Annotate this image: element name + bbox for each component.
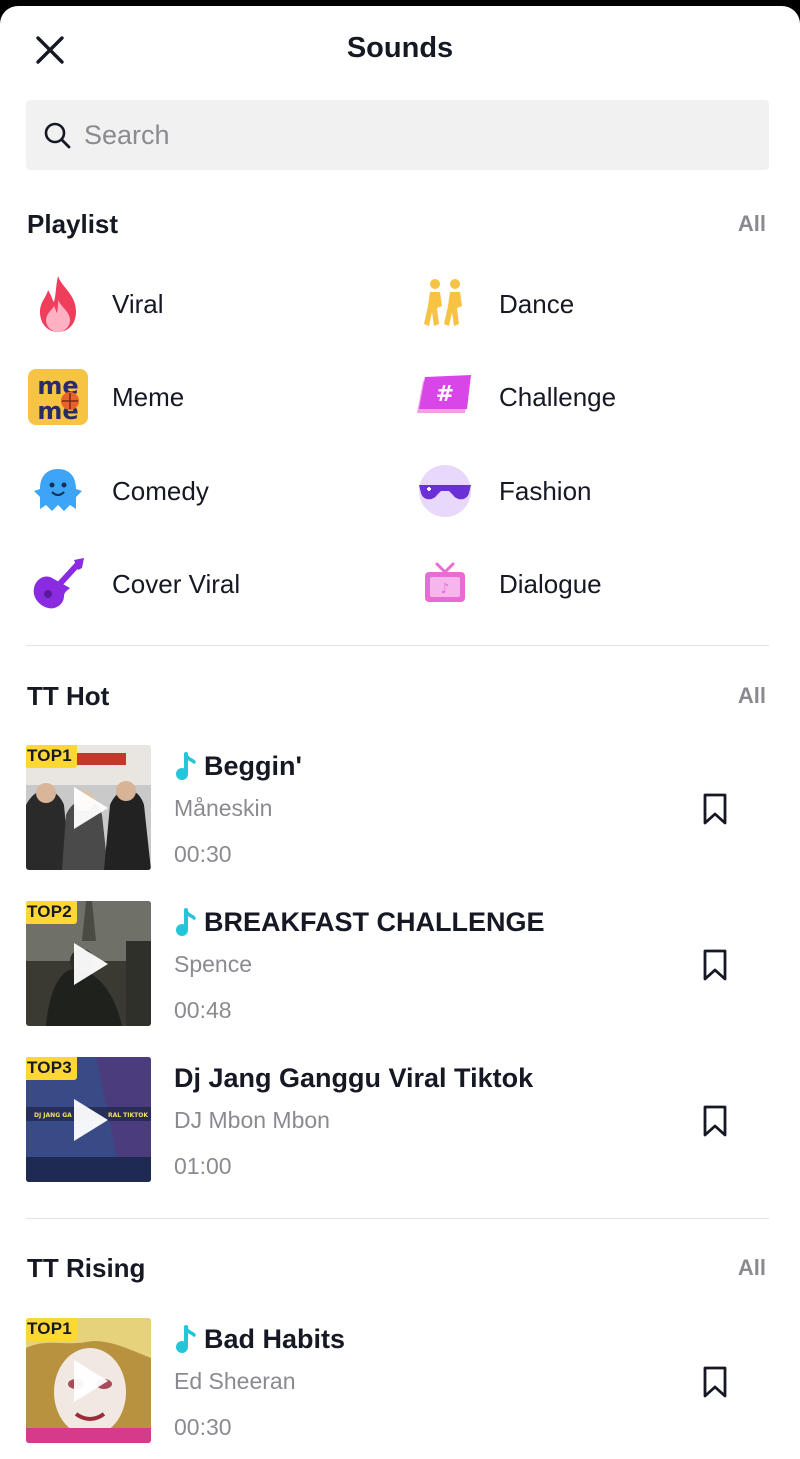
- track-title: Dj Jang Ganggu Viral Tiktok: [174, 1063, 534, 1093]
- playlist-item-label: Viral: [112, 288, 164, 319]
- playlist-item-label: Cover Viral: [112, 568, 241, 599]
- rank-badge: TOP3: [26, 1057, 77, 1080]
- original-sound-icon: [176, 1324, 196, 1353]
- page-title: Sounds: [346, 32, 454, 64]
- track-title: BREAKFAST CHALLENGE: [174, 907, 545, 938]
- meme-icon: me me: [26, 365, 90, 429]
- album-cover[interactable]: DJ JANG GA RAL TIKTOK TOP3: [26, 1057, 151, 1182]
- playlist-item-fashion[interactable]: Fashion: [413, 456, 773, 526]
- track-row[interactable]: TOP1 Bad Habits Ed Sheeran 00:30: [26, 1318, 786, 1444]
- rank-badge: TOP1: [26, 1318, 77, 1341]
- dancers-icon: [413, 272, 477, 336]
- bookmark-icon[interactable]: [702, 793, 728, 825]
- tt-rising-title: TT Rising: [27, 1253, 146, 1283]
- playlist-item-label: Meme: [112, 381, 185, 412]
- track-artist: DJ Mbon Mbon: [174, 1107, 330, 1133]
- svg-text:♪: ♪: [441, 581, 450, 597]
- playlist-item-viral[interactable]: Viral: [26, 269, 386, 339]
- playlist-item-meme[interactable]: me me Meme: [26, 362, 386, 432]
- track-duration: 01:00: [174, 1153, 232, 1179]
- track-row[interactable]: TOP1 Beggin' Måneskin 00:30: [26, 745, 786, 871]
- playlist-item-challenge[interactable]: # Challenge: [413, 362, 773, 432]
- track-artist: Måneskin: [174, 795, 273, 821]
- playlist-all-link[interactable]: All: [738, 208, 766, 240]
- playlist-item-dance[interactable]: Dance: [413, 269, 773, 339]
- guitar-icon: [26, 552, 90, 616]
- divider: [26, 1218, 769, 1219]
- bookmark-icon[interactable]: [702, 1366, 728, 1398]
- hashtag-icon: #: [413, 365, 477, 429]
- album-cover[interactable]: TOP1: [26, 1318, 151, 1443]
- playlist-title: Playlist: [27, 209, 119, 239]
- play-icon: [74, 1360, 108, 1402]
- header: Sounds: [0, 6, 800, 96]
- track-duration: 00:30: [174, 841, 232, 867]
- track-duration: 00:48: [174, 997, 232, 1023]
- album-cover[interactable]: TOP2: [26, 901, 151, 1026]
- bookmark-icon[interactable]: [702, 949, 728, 981]
- playlist-item-comedy[interactable]: Comedy: [26, 456, 386, 526]
- play-icon: [74, 787, 108, 829]
- search-input[interactable]: [84, 105, 724, 165]
- track-title: Beggin': [174, 751, 302, 782]
- track-title: Bad Habits: [174, 1324, 345, 1355]
- track-artist: Ed Sheeran: [174, 1368, 296, 1394]
- rank-badge: TOP2: [26, 901, 77, 924]
- tt-hot-title: TT Hot: [27, 681, 110, 711]
- sounds-sheet: Sounds Playlist All Viral D: [0, 6, 800, 1459]
- flame-icon: [26, 272, 90, 336]
- original-sound-icon: [176, 907, 196, 936]
- rank-badge: TOP1: [26, 745, 77, 768]
- playlist-item-dialogue[interactable]: ♪ Dialogue: [413, 549, 773, 619]
- playlist-item-label: Dance: [499, 288, 575, 319]
- tt-hot-all-link[interactable]: All: [738, 680, 766, 712]
- original-sound-icon: [176, 751, 196, 780]
- playlist-item-label: Fashion: [499, 475, 592, 506]
- album-cover[interactable]: TOP1: [26, 745, 151, 870]
- track-row[interactable]: TOP2 BREAKFAST CHALLENGE Spence 00:48: [26, 901, 786, 1027]
- track-row[interactable]: DJ JANG GA RAL TIKTOK TOP3 Dj Jang Gangg…: [26, 1057, 786, 1183]
- sunglasses-icon: [413, 459, 477, 523]
- playlist-item-label: Dialogue: [499, 568, 602, 599]
- playlist-item-label: Comedy: [112, 475, 209, 506]
- play-icon: [74, 943, 108, 985]
- tt-rising-all-link[interactable]: All: [738, 1252, 766, 1284]
- playlist-item-cover-viral[interactable]: Cover Viral: [26, 549, 386, 619]
- track-artist: Spence: [174, 951, 253, 977]
- svg-text:RAL TIKTOK: RAL TIKTOK: [108, 1112, 148, 1119]
- search-icon: [44, 122, 71, 149]
- track-duration: 00:30: [174, 1414, 232, 1440]
- divider: [26, 645, 769, 646]
- playlist-item-label: Challenge: [499, 381, 617, 412]
- svg-text:#: #: [436, 382, 454, 407]
- play-icon: [74, 1099, 108, 1141]
- tv-icon: ♪: [413, 552, 477, 616]
- ghost-icon: [26, 459, 90, 523]
- svg-text:DJ JANG GA: DJ JANG GA: [34, 1112, 72, 1119]
- search-bar[interactable]: [26, 100, 769, 170]
- bookmark-icon[interactable]: [702, 1105, 728, 1137]
